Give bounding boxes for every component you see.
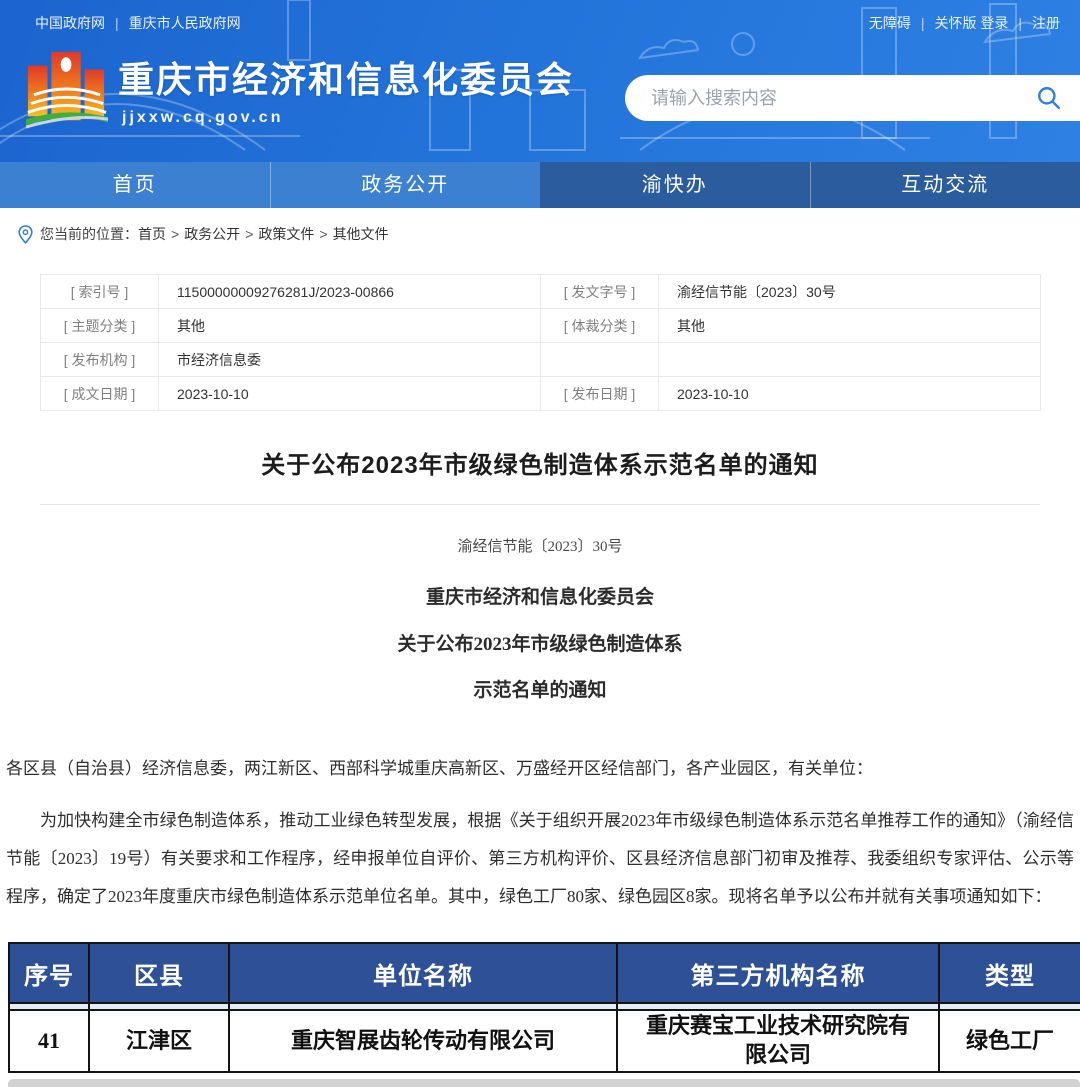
meta-value-publisher: 市经济信息委 xyxy=(159,343,541,377)
green-factory-list-table: 序号 区县 单位名称 第三方机构名称 类型 41 江津区 重庆智展齿轮传动有限公… xyxy=(8,942,1080,1073)
meta-label-topic-class: [ 主题分类 ] xyxy=(41,309,159,343)
top-utility-bar: 中国政府网 | 重庆市人民政府网 无障碍 | 关怀版 登录 | 注册 xyxy=(0,0,1080,33)
brand-text: 重庆市经济和信息化委员会 jjxxw.cq.gov.cn xyxy=(118,51,574,127)
spacer-cell xyxy=(229,1003,617,1010)
meta-label-doc-no: [ 发文字号 ] xyxy=(541,275,659,309)
meta-value-doc-no: 渝经信节能〔2023〕30号 xyxy=(659,275,1041,309)
list-table-header-row: 序号 区县 单位名称 第三方机构名称 类型 xyxy=(9,943,1080,1003)
breadcrumb-policy-files[interactable]: 政策文件 xyxy=(258,224,314,244)
meta-value-genre-class: 其他 xyxy=(659,309,1041,343)
spacer-cell xyxy=(89,1003,229,1010)
cell-serial-no: 41 xyxy=(9,1010,89,1072)
search-box xyxy=(625,75,1080,121)
spacer-cell xyxy=(9,1003,89,1010)
notice-title-line-1: 关于公布2023年市级绿色制造体系 xyxy=(0,629,1080,656)
paragraph-body: 为加快构建全市绿色制造体系，推动工业绿色转型发展，根据《关于组织开展2023年市… xyxy=(6,802,1074,916)
topbar-divider: | xyxy=(115,15,119,31)
site-domain: jjxxw.cq.gov.cn xyxy=(122,109,574,127)
link-china-gov[interactable]: 中国政府网 xyxy=(35,15,105,31)
spacer-cell xyxy=(617,1003,939,1010)
location-pin-icon xyxy=(18,225,33,244)
next-row-edge xyxy=(8,1079,1080,1087)
search-icon[interactable] xyxy=(1036,85,1062,111)
cell-unit-name: 重庆智展齿轮传动有限公司 xyxy=(229,1010,617,1072)
meta-label-index-no: [ 索引号 ] xyxy=(41,275,159,309)
header-serial-no: 序号 xyxy=(9,943,89,1003)
link-register[interactable]: 注册 xyxy=(1032,15,1060,31)
page-title: 关于公布2023年市级绿色制造体系示范名单的通知 xyxy=(0,445,1080,480)
meta-value-written-date: 2023-10-10 xyxy=(159,377,541,411)
breadcrumb-separator: > xyxy=(171,226,179,242)
site-logo-icon xyxy=(26,49,108,129)
header-third-party-org: 第三方机构名称 xyxy=(617,943,939,1003)
breadcrumb-prefix: 您当前的位置： xyxy=(40,224,138,244)
meta-label-publish-date: [ 发布日期 ] xyxy=(541,377,659,411)
table-row: 41 江津区 重庆智展齿轮传动有限公司 重庆赛宝工业技术研究院有限公司 绿色工厂 xyxy=(9,1010,1080,1072)
search-input[interactable] xyxy=(651,88,1036,109)
meta-label-empty xyxy=(541,343,659,377)
issuing-agency-line: 重庆市经济和信息化委员会 xyxy=(0,582,1080,609)
cell-third-party-org: 重庆赛宝工业技术研究院有限公司 xyxy=(617,1010,939,1072)
meta-label-genre-class: [ 体裁分类 ] xyxy=(541,309,659,343)
topbar-right-links: 无障碍 | 关怀版 登录 | 注册 xyxy=(869,13,1060,33)
paragraph-addressees: 各区县（自治县）经济信息委，两江新区、西部科学城重庆高新区、万盛经开区经信部门，… xyxy=(6,754,1074,784)
meta-value-empty xyxy=(659,343,1041,377)
link-accessibility[interactable]: 无障碍 xyxy=(869,15,911,31)
cell-type: 绿色工厂 xyxy=(939,1010,1080,1072)
cell-district: 江津区 xyxy=(89,1010,229,1072)
topbar-divider: | xyxy=(1018,15,1022,31)
nav-item-yukuaiban[interactable]: 渝快办 xyxy=(540,162,810,208)
header-type: 类型 xyxy=(939,943,1080,1003)
site-title: 重庆市经济和信息化委员会 xyxy=(118,51,574,103)
breadcrumb-separator: > xyxy=(319,226,327,242)
spacer-cell xyxy=(939,1003,1080,1010)
meta-label-written-date: [ 成文日期 ] xyxy=(41,377,159,411)
list-table-spacer-row xyxy=(9,1003,1080,1010)
link-care-mode-login[interactable]: 关怀版 登录 xyxy=(934,15,1008,31)
main-nav: 首页 政务公开 渝快办 互动交流 xyxy=(0,162,1080,208)
breadcrumb-home[interactable]: 首页 xyxy=(138,224,166,244)
topbar-divider: | xyxy=(921,15,925,31)
title-divider xyxy=(40,504,1040,505)
breadcrumb-other-files[interactable]: 其他文件 xyxy=(333,224,389,244)
document-number: 渝经信节能〔2023〕30号 xyxy=(0,535,1080,556)
meta-value-topic-class: 其他 xyxy=(159,309,541,343)
breadcrumb-gov-affairs[interactable]: 政务公开 xyxy=(184,224,240,244)
nav-item-interaction[interactable]: 互动交流 xyxy=(810,162,1080,208)
topbar-left-links: 中国政府网 | 重庆市人民政府网 xyxy=(35,13,241,33)
meta-row: [ 成文日期 ] 2023-10-10 [ 发布日期 ] 2023-10-10 xyxy=(41,377,1041,411)
document-meta-table: [ 索引号 ] 11500000009276281J/2023-00866 [ … xyxy=(40,274,1041,411)
nav-item-home[interactable]: 首页 xyxy=(0,162,270,208)
header-district: 区县 xyxy=(89,943,229,1003)
meta-row: [ 发布机构 ] 市经济信息委 xyxy=(41,343,1041,377)
breadcrumb: 您当前的位置： 首页 > 政务公开 > 政策文件 > 其他文件 xyxy=(18,224,1080,244)
meta-value-publish-date: 2023-10-10 xyxy=(659,377,1041,411)
header-unit-name: 单位名称 xyxy=(229,943,617,1003)
notice-title-line-2: 示范名单的通知 xyxy=(0,675,1080,702)
meta-value-index-no: 11500000009276281J/2023-00866 xyxy=(159,275,541,309)
meta-label-publisher: [ 发布机构 ] xyxy=(41,343,159,377)
nav-item-gov-affairs[interactable]: 政务公开 xyxy=(270,162,541,208)
meta-row: [ 索引号 ] 11500000009276281J/2023-00866 [ … xyxy=(41,275,1041,309)
breadcrumb-separator: > xyxy=(245,226,253,242)
link-chongqing-gov[interactable]: 重庆市人民政府网 xyxy=(129,15,241,31)
meta-row: [ 主题分类 ] 其他 [ 体裁分类 ] 其他 xyxy=(41,309,1041,343)
site-banner: 中国政府网 | 重庆市人民政府网 无障碍 | 关怀版 登录 | 注册 xyxy=(0,0,1080,162)
